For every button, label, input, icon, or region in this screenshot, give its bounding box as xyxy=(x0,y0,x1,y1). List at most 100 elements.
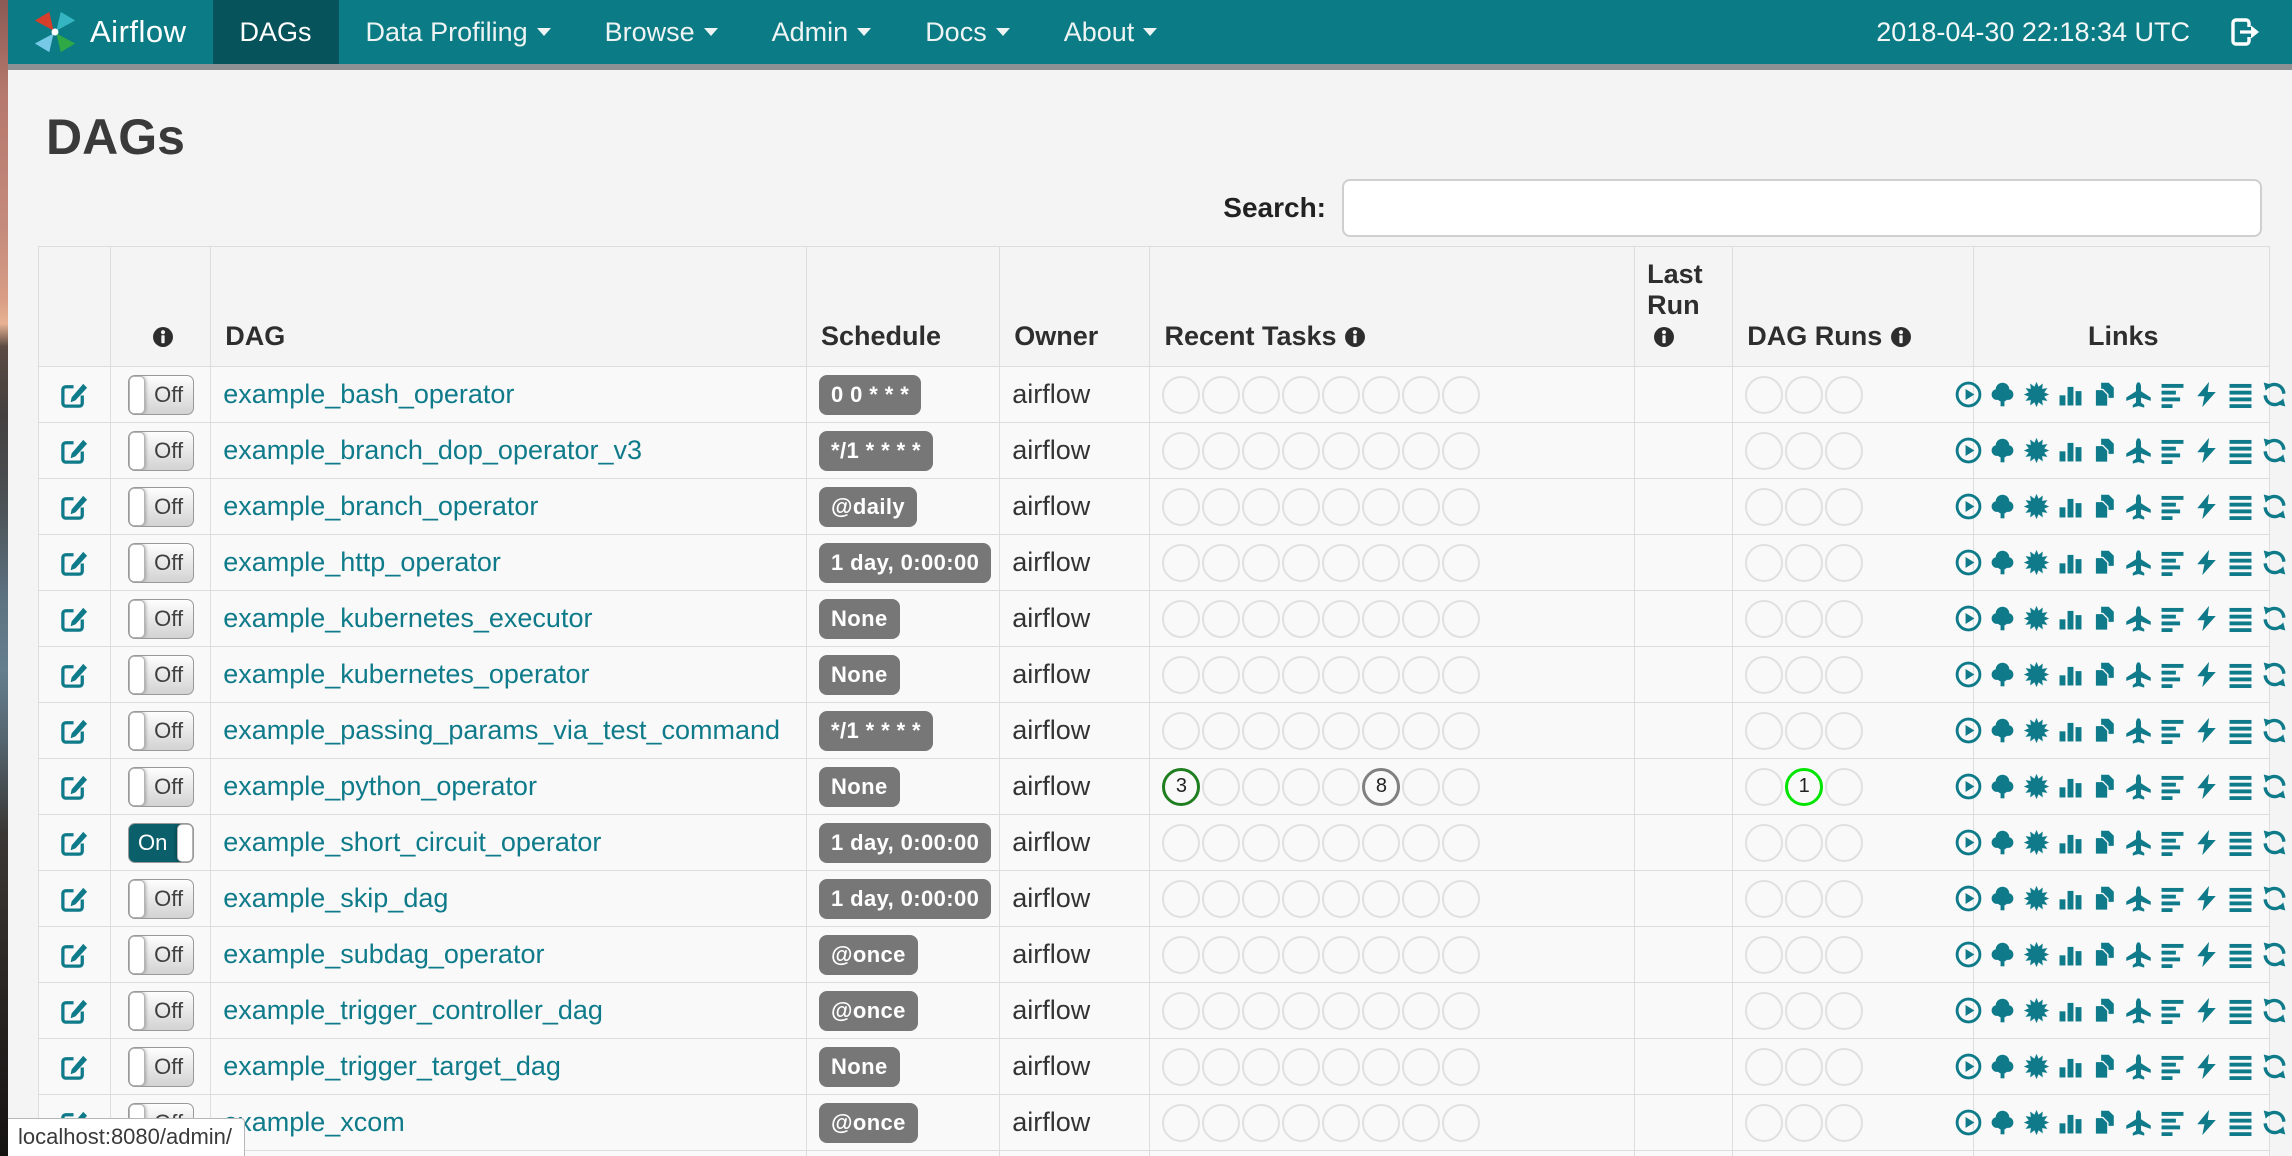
logs-icon[interactable] xyxy=(2227,493,2254,520)
dag-link[interactable]: example_branch_dop_operator_v3 xyxy=(223,435,642,465)
logs-icon[interactable] xyxy=(2227,885,2254,912)
task-state-circle[interactable] xyxy=(1362,599,1401,638)
task-state-circle[interactable] xyxy=(1362,823,1401,862)
landing-times-icon[interactable] xyxy=(2125,829,2152,856)
gantt-icon[interactable] xyxy=(2159,605,2186,632)
task-state-circle[interactable] xyxy=(1202,711,1241,750)
task-state-circle[interactable] xyxy=(1282,991,1321,1030)
dag-toggle[interactable]: Off xyxy=(127,654,194,695)
task-state-circle[interactable] xyxy=(1322,991,1361,1030)
dag-link[interactable]: example_trigger_target_dag xyxy=(223,1051,561,1081)
trigger-icon[interactable] xyxy=(1955,885,1982,912)
task-state-circle[interactable] xyxy=(1202,431,1241,470)
graph-view-icon[interactable] xyxy=(2023,1109,2050,1136)
task-state-circle[interactable] xyxy=(1362,375,1401,414)
landing-times-icon[interactable] xyxy=(2125,437,2152,464)
task-state-circle[interactable] xyxy=(1362,935,1401,974)
edit-dag-icon[interactable] xyxy=(59,547,90,578)
trigger-icon[interactable] xyxy=(1955,605,1982,632)
task-state-circle[interactable] xyxy=(1162,1047,1201,1086)
sign-out-icon[interactable] xyxy=(2228,15,2262,49)
code-icon[interactable] xyxy=(2193,605,2220,632)
task-state-circle[interactable] xyxy=(1282,655,1321,694)
edit-dag-icon[interactable] xyxy=(59,379,90,410)
tree-view-icon[interactable] xyxy=(1989,661,2016,688)
edit-dag-icon[interactable] xyxy=(59,603,90,634)
dag-toggle[interactable]: Off xyxy=(127,878,194,919)
graph-view-icon[interactable] xyxy=(2023,997,2050,1024)
task-state-circle[interactable] xyxy=(1202,879,1241,918)
task-state-circle[interactable] xyxy=(1362,1047,1401,1086)
dag-run-circle[interactable] xyxy=(1745,375,1784,414)
task-state-circle[interactable] xyxy=(1442,823,1481,862)
code-icon[interactable] xyxy=(2193,717,2220,744)
refresh-icon[interactable] xyxy=(2261,885,2288,912)
task-state-circle[interactable] xyxy=(1202,543,1241,582)
graph-view-icon[interactable] xyxy=(2023,773,2050,800)
trigger-icon[interactable] xyxy=(1955,941,1982,968)
task-state-circle[interactable] xyxy=(1242,543,1281,582)
edit-dag-icon[interactable] xyxy=(59,435,90,466)
dag-run-circle[interactable] xyxy=(1825,991,1864,1030)
task-state-circle[interactable] xyxy=(1402,375,1441,414)
landing-times-icon[interactable] xyxy=(2125,661,2152,688)
graph-view-icon[interactable] xyxy=(2023,661,2050,688)
gantt-icon[interactable] xyxy=(2159,717,2186,744)
task-state-circle[interactable] xyxy=(1162,375,1201,414)
task-state-circle[interactable] xyxy=(1442,991,1481,1030)
task-state-circle[interactable] xyxy=(1442,1047,1481,1086)
task-state-circle[interactable] xyxy=(1442,711,1481,750)
logs-icon[interactable] xyxy=(2227,381,2254,408)
task-state-circle[interactable] xyxy=(1442,1103,1481,1142)
dag-run-circle[interactable] xyxy=(1785,991,1824,1030)
task-duration-icon[interactable] xyxy=(2057,829,2084,856)
landing-times-icon[interactable] xyxy=(2125,773,2152,800)
dag-link[interactable]: example_http_operator xyxy=(223,547,501,577)
task-state-circle[interactable] xyxy=(1282,599,1321,638)
task-state-circle[interactable] xyxy=(1162,1103,1201,1142)
task-state-circle[interactable] xyxy=(1282,711,1321,750)
dag-run-circle[interactable] xyxy=(1785,1047,1824,1086)
tree-view-icon[interactable] xyxy=(1989,437,2016,464)
dag-run-circle[interactable] xyxy=(1745,935,1784,974)
task-tries-icon[interactable] xyxy=(2091,605,2118,632)
task-tries-icon[interactable] xyxy=(2091,1109,2118,1136)
dag-link[interactable]: example_bash_operator xyxy=(223,379,514,409)
task-duration-icon[interactable] xyxy=(2057,885,2084,912)
task-state-circle[interactable] xyxy=(1322,935,1361,974)
landing-times-icon[interactable] xyxy=(2125,997,2152,1024)
logs-icon[interactable] xyxy=(2227,1109,2254,1136)
nav-item-admin[interactable]: Admin xyxy=(745,0,899,64)
logs-icon[interactable] xyxy=(2227,829,2254,856)
logs-icon[interactable] xyxy=(2227,717,2254,744)
logs-icon[interactable] xyxy=(2227,1053,2254,1080)
task-state-circle[interactable] xyxy=(1322,487,1361,526)
task-state-circle[interactable] xyxy=(1202,991,1241,1030)
task-state-circle[interactable] xyxy=(1442,599,1481,638)
logs-icon[interactable] xyxy=(2227,997,2254,1024)
task-state-circle[interactable] xyxy=(1322,823,1361,862)
gantt-icon[interactable] xyxy=(2159,997,2186,1024)
task-tries-icon[interactable] xyxy=(2091,437,2118,464)
task-state-circle[interactable] xyxy=(1202,823,1241,862)
task-state-circle[interactable] xyxy=(1402,767,1441,806)
task-state-circle[interactable] xyxy=(1402,1047,1441,1086)
refresh-icon[interactable] xyxy=(2261,773,2288,800)
dag-toggle[interactable]: Off xyxy=(127,430,194,471)
dag-run-circle[interactable] xyxy=(1785,823,1824,862)
task-state-circle[interactable] xyxy=(1282,487,1321,526)
task-state-circle[interactable] xyxy=(1362,991,1401,1030)
task-state-circle[interactable] xyxy=(1162,991,1201,1030)
task-state-circle[interactable] xyxy=(1322,767,1361,806)
dag-toggle[interactable]: Off xyxy=(127,374,194,415)
dag-run-circle[interactable] xyxy=(1745,487,1784,526)
dag-link[interactable]: example_kubernetes_operator xyxy=(223,659,589,689)
gantt-icon[interactable] xyxy=(2159,549,2186,576)
gantt-icon[interactable] xyxy=(2159,885,2186,912)
dag-link[interactable]: example_xcom xyxy=(223,1107,405,1137)
dag-run-circle[interactable] xyxy=(1745,991,1784,1030)
graph-view-icon[interactable] xyxy=(2023,493,2050,520)
task-state-circle[interactable] xyxy=(1162,823,1201,862)
task-state-circle[interactable] xyxy=(1162,543,1201,582)
dag-run-circle[interactable] xyxy=(1745,431,1784,470)
